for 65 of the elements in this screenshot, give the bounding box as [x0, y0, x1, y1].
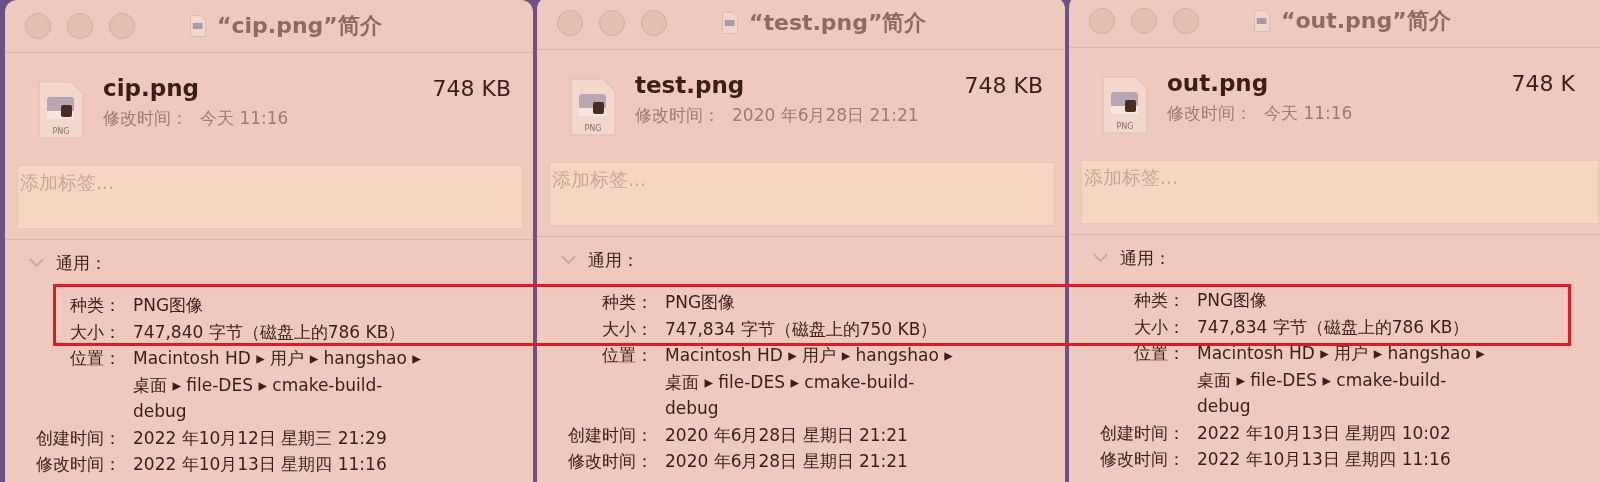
minimize-button[interactable] [599, 10, 625, 36]
png-file-icon: PNG [37, 81, 85, 139]
close-button[interactable] [557, 10, 583, 36]
info-label: 修改时间： [35, 453, 121, 476]
document-icon [721, 11, 739, 35]
info-value: Macintosh HD ▸ 用户 ▸ hangshao ▸ 桌面 ▸ file-DES ▸ cmake-build-debug [1197, 342, 1486, 418]
modified-label: 修改时间： [635, 104, 720, 127]
modified-label: 修改时间： [103, 107, 188, 130]
png-file-icon: PNG [569, 78, 617, 136]
close-button[interactable] [1089, 8, 1115, 34]
file-size: 748 K [1511, 71, 1575, 96]
file-name: out.png [1167, 70, 1269, 96]
info-value: PNG图像 [133, 294, 205, 317]
file-name: test.png [635, 72, 745, 98]
section-title: 通用： [588, 248, 639, 272]
chevron-icon[interactable] [1093, 253, 1108, 263]
minimize-button[interactable] [1131, 8, 1157, 34]
info-value: PNG图像 [665, 291, 737, 314]
info-value: 2020 年6月28日 星期日 21:21 [665, 450, 909, 473]
info-label: 大小： [69, 320, 121, 344]
info-label: 修改时间： [1099, 448, 1185, 471]
info-value: 747,840 字节（磁盘上的786 KB） [133, 320, 407, 344]
info-value: 747,834 字节（磁盘上的750 KB） [665, 317, 939, 341]
chevron-icon[interactable] [561, 255, 576, 265]
info-value: 2022 年10月13日 星期四 11:16 [1197, 448, 1452, 471]
info-label: 位置： [69, 347, 121, 370]
window-title: “cip.png”简介 [217, 12, 382, 40]
close-button[interactable] [25, 13, 51, 39]
modified-value: 今天 11:16 [200, 107, 289, 130]
chevron-icon[interactable] [29, 258, 44, 268]
modified-value: 2020 年6月28日 21:21 [732, 104, 919, 127]
modified-value: 今天 11:16 [1264, 102, 1353, 125]
info-value: 2022 年10月12日 星期三 21:29 [133, 426, 388, 450]
png-file-icon: PNG [1101, 76, 1149, 134]
info-label: 大小： [601, 317, 653, 341]
info-label: 修改时间： [567, 450, 653, 473]
info-label: 创建时间： [1099, 421, 1185, 445]
section-title: 通用： [56, 251, 107, 275]
zoom-button[interactable] [1173, 8, 1199, 34]
info-value: 2022 年10月13日 星期四 10:02 [1197, 421, 1452, 445]
file-name: cip.png [103, 75, 200, 101]
document-icon [1253, 9, 1271, 33]
info-value: 2022 年10月13日 星期四 11:16 [133, 453, 388, 476]
info-label: 创建时间： [35, 426, 121, 450]
info-label: 种类： [1133, 289, 1185, 312]
info-value: Macintosh HD ▸ 用户 ▸ hangshao ▸ 桌面 ▸ file-DES ▸ cmake-build-debug [133, 347, 422, 423]
info-value: 747,834 字节（磁盘上的786 KB） [1197, 315, 1471, 339]
document-icon [189, 14, 207, 38]
info-label: 创建时间： [567, 423, 653, 447]
file-size: 748 KB [964, 73, 1043, 98]
zoom-button[interactable] [109, 13, 135, 39]
minimize-button[interactable] [67, 13, 93, 39]
info-value: PNG图像 [1197, 289, 1269, 312]
info-value: Macintosh HD ▸ 用户 ▸ hangshao ▸ 桌面 ▸ file-DES ▸ cmake-build-debug [665, 344, 954, 420]
window-title: “test.png”简介 [749, 9, 927, 37]
file-size: 748 KB [432, 76, 511, 101]
info-label: 位置： [601, 344, 653, 367]
zoom-button[interactable] [641, 10, 667, 36]
info-value: 2020 年6月28日 星期日 21:21 [665, 423, 909, 447]
info-label: 大小： [1133, 315, 1185, 339]
section-title: 通用： [1120, 246, 1171, 270]
info-label: 种类： [601, 291, 653, 314]
info-label: 种类： [69, 294, 121, 317]
window-title: “out.png”简介 [1281, 7, 1451, 35]
modified-label: 修改时间： [1167, 102, 1252, 125]
